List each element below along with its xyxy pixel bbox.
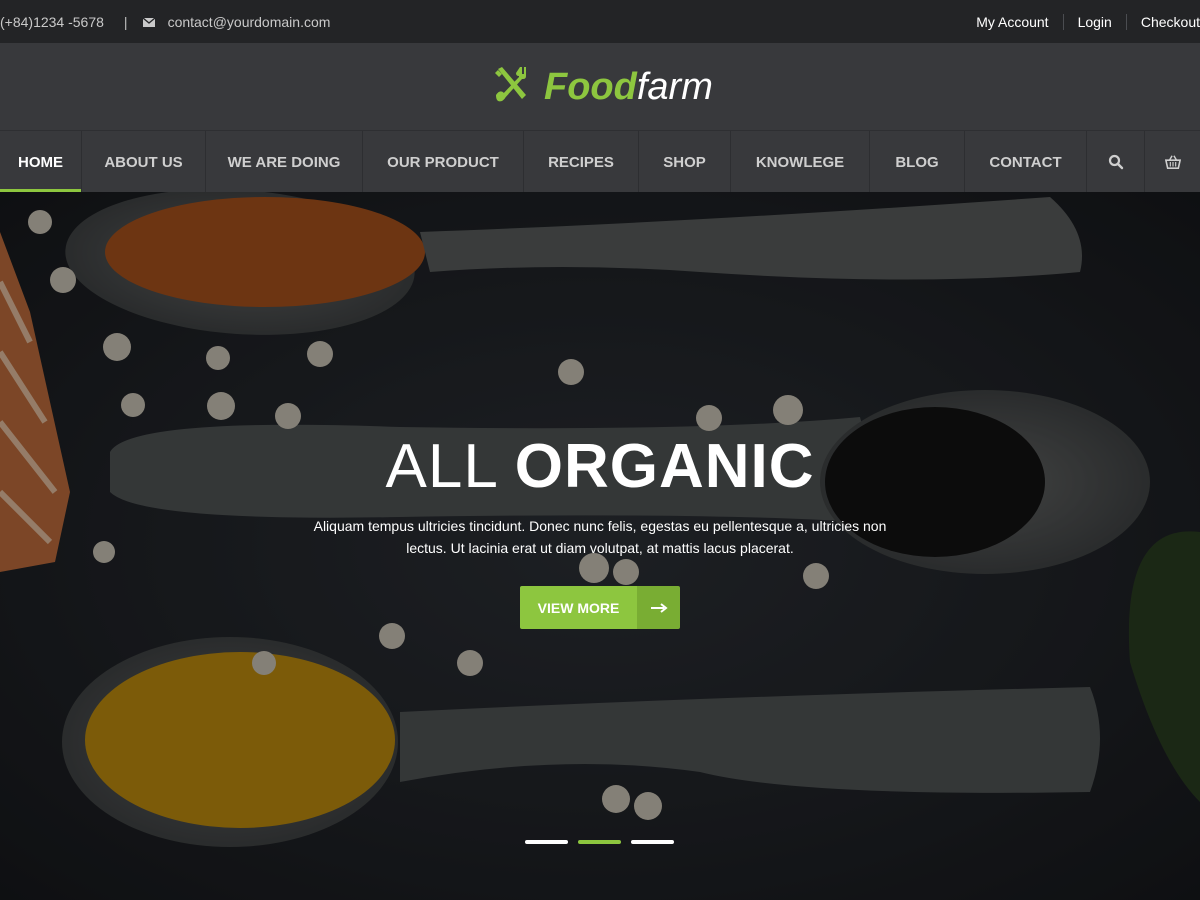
nav-item-shop[interactable]: SHOP: [639, 131, 731, 193]
hero-title-bold: ORGANIC: [514, 432, 815, 501]
logo-word-farm: farm: [636, 65, 713, 108]
phone-number: (+84)1234 -5678: [0, 13, 104, 30]
my-account-link[interactable]: My Account: [962, 14, 1062, 30]
top-bar: (+84)1234 -5678 | contact@yourdomain.com…: [0, 0, 1200, 43]
account-links: My Account Login Checkout: [962, 0, 1200, 43]
logo-wordmark: Foodfarm: [544, 66, 713, 108]
arrow-right-icon: [637, 586, 680, 629]
hero-title-light: ALL: [385, 432, 497, 501]
view-more-label: VIEW MORE: [520, 586, 637, 629]
contact-info: (+84)1234 -5678 | contact@yourdomain.com: [0, 14, 330, 30]
main-navigation: HOME ABOUT US WE ARE DOING OUR PRODUCT R…: [0, 130, 1200, 193]
hero-description: Aliquam tempus ultricies tincidunt. Done…: [313, 518, 887, 556]
email-address[interactable]: contact@yourdomain.com: [168, 14, 331, 30]
basket-icon: [1164, 154, 1181, 170]
shovel-fork-icon: [492, 65, 530, 108]
hero-title: ALL ORGANIC: [0, 432, 1200, 502]
view-more-button[interactable]: VIEW MORE: [520, 586, 680, 629]
slider-dot-3[interactable]: [631, 840, 674, 844]
nav-item-contact[interactable]: CONTACT: [965, 131, 1087, 193]
search-button[interactable]: [1087, 131, 1145, 193]
logo-word-food: Food: [544, 65, 637, 108]
site-header: Foodfarm: [0, 43, 1200, 130]
search-icon: [1108, 154, 1124, 170]
mail-icon: [142, 15, 156, 29]
nav-item-our-product[interactable]: OUR PRODUCT: [363, 131, 524, 193]
hero-slider: ALL ORGANIC Aliquam tempus ultricies tin…: [0, 192, 1200, 900]
nav-item-about-us[interactable]: ABOUT US: [82, 131, 206, 193]
site-logo[interactable]: Foodfarm: [492, 65, 713, 108]
nav-item-blog[interactable]: BLOG: [870, 131, 965, 193]
slider-pagination: [525, 840, 674, 844]
checkout-link[interactable]: Checkout: [1125, 13, 1200, 30]
login-link[interactable]: Login: [1062, 13, 1126, 30]
separator: |: [123, 13, 128, 30]
nav-item-we-are-doing[interactable]: WE ARE DOING: [206, 131, 363, 193]
nav-item-home[interactable]: HOME: [0, 131, 82, 193]
nav-item-knowlege[interactable]: KNOWLEGE: [731, 131, 870, 193]
cart-button[interactable]: [1145, 131, 1200, 193]
slider-dot-1[interactable]: [525, 840, 568, 844]
nav-item-recipes[interactable]: RECIPES: [524, 131, 639, 193]
slider-dot-2[interactable]: [578, 840, 621, 844]
